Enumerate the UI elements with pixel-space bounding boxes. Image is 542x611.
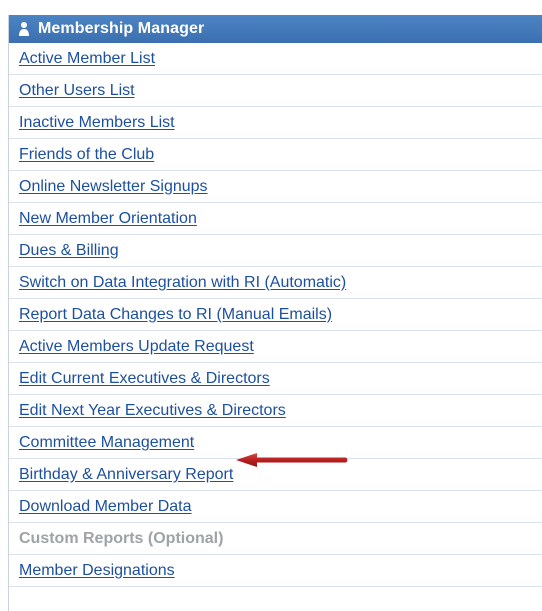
panel-title: Membership Manager: [38, 20, 205, 37]
menu-link[interactable]: Member Designations: [19, 562, 175, 580]
red-arrow-icon: [236, 453, 348, 467]
menu-link[interactable]: Friends of the Club: [19, 146, 154, 164]
membership-menu: Active Member List Other Users List Inac…: [9, 43, 542, 587]
menu-item-active-member-list[interactable]: Active Member List: [9, 43, 542, 75]
menu-link[interactable]: Edit Next Year Executives & Directors: [19, 402, 286, 420]
menu-item-dues-and-billing[interactable]: Dues & Billing: [9, 235, 542, 267]
menu-item-edit-next-year-executives[interactable]: Edit Next Year Executives & Directors: [9, 395, 542, 427]
menu-link[interactable]: Switch on Data Integration with RI (Auto…: [19, 274, 346, 292]
menu-link[interactable]: Online Newsletter Signups: [19, 178, 208, 196]
menu-item-edit-current-executives[interactable]: Edit Current Executives & Directors: [9, 363, 542, 395]
menu-link[interactable]: Download Member Data: [19, 498, 192, 516]
menu-item-other-users-list[interactable]: Other Users List: [9, 75, 542, 107]
menu-item-switch-on-data-integration[interactable]: Switch on Data Integration with RI (Auto…: [9, 267, 542, 299]
menu-item-download-member-data[interactable]: Download Member Data: [9, 491, 542, 523]
menu-link[interactable]: New Member Orientation: [19, 210, 197, 228]
menu-link[interactable]: Other Users List: [19, 82, 135, 100]
menu-link-disabled: Custom Reports (Optional): [19, 529, 224, 547]
menu-link[interactable]: Active Member List: [19, 50, 155, 68]
menu-link[interactable]: Edit Current Executives & Directors: [19, 370, 270, 388]
menu-item-online-newsletter-signups[interactable]: Online Newsletter Signups: [9, 171, 542, 203]
menu-link[interactable]: Committee Management: [19, 434, 194, 452]
menu-link[interactable]: Birthday & Anniversary Report: [19, 466, 233, 484]
panel-header: Membership Manager: [9, 15, 542, 43]
menu-item-custom-reports: Custom Reports (Optional): [9, 523, 542, 555]
menu-item-report-data-changes[interactable]: Report Data Changes to RI (Manual Emails…: [9, 299, 542, 331]
menu-link[interactable]: Active Members Update Request: [19, 338, 254, 356]
menu-item-member-designations[interactable]: Member Designations: [9, 555, 542, 587]
menu-item-new-member-orientation[interactable]: New Member Orientation: [9, 203, 542, 235]
menu-item-inactive-members-list[interactable]: Inactive Members List: [9, 107, 542, 139]
menu-item-friends-of-the-club[interactable]: Friends of the Club: [9, 139, 542, 171]
menu-item-active-members-update-request[interactable]: Active Members Update Request: [9, 331, 542, 363]
menu-link[interactable]: Inactive Members List: [19, 114, 175, 132]
person-icon: [17, 21, 31, 37]
membership-manager-panel: Membership Manager Active Member List Ot…: [8, 15, 542, 611]
menu-link[interactable]: Dues & Billing: [19, 242, 119, 260]
menu-link[interactable]: Report Data Changes to RI (Manual Emails…: [19, 306, 332, 324]
